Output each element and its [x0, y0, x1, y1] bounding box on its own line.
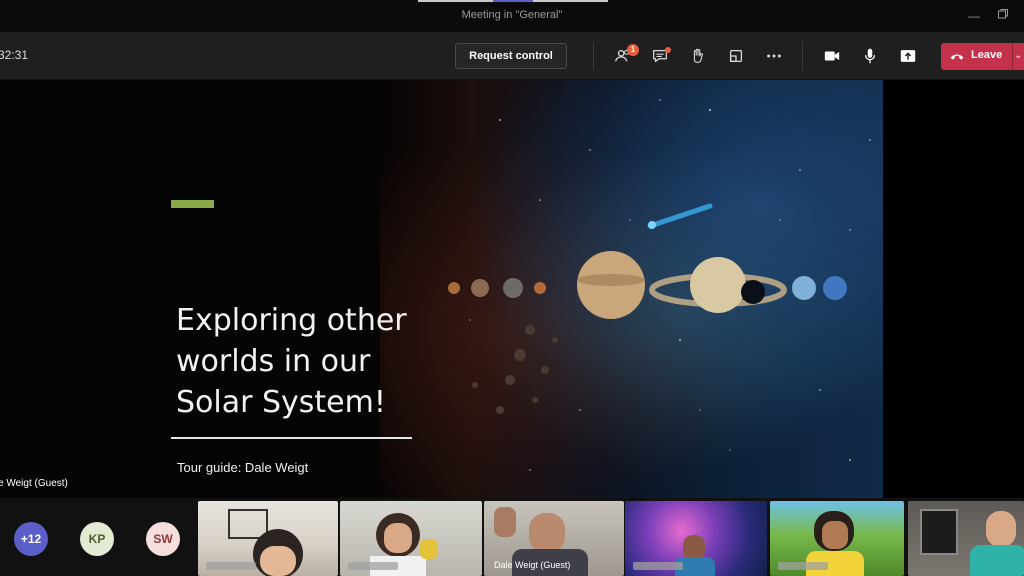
video-content: [420, 539, 438, 559]
slide-accent-bar: [171, 200, 214, 208]
overflow-participants-avatar[interactable]: +12: [14, 522, 48, 556]
video-content: [260, 546, 296, 576]
video-content: [822, 521, 848, 549]
video-content: [529, 513, 565, 553]
video-content: [970, 545, 1024, 576]
video-tile[interactable]: [770, 501, 904, 576]
tile-name-bar: [778, 562, 828, 570]
share-screen-icon[interactable]: [896, 44, 920, 68]
video-content: [384, 523, 412, 553]
presenter-label: e Weigt (Guest): [0, 478, 68, 489]
video-content: [494, 507, 516, 537]
more-options-icon[interactable]: [762, 44, 786, 68]
tile-name-bar: [348, 562, 398, 570]
video-content: [920, 509, 958, 555]
meeting-timer: 32:31: [0, 48, 29, 62]
slide-title-line: Exploring other: [176, 303, 407, 338]
leave-label: Leave: [971, 49, 1003, 61]
video-tile[interactable]: [908, 501, 1024, 576]
request-control-button[interactable]: Request control: [455, 43, 567, 69]
slide-title-line: worlds in our: [176, 344, 371, 379]
toolbar-divider: [593, 42, 594, 70]
restore-icon[interactable]: [995, 8, 1011, 24]
avatar[interactable]: SW: [146, 522, 180, 556]
raise-hand-icon[interactable]: [686, 44, 710, 68]
video-tile[interactable]: [198, 501, 338, 576]
slide-title-line: Solar System!: [176, 385, 386, 420]
video-tile[interactable]: [625, 501, 767, 576]
chat-unread-dot: [665, 47, 671, 53]
camera-icon[interactable]: [820, 44, 844, 68]
titlebar-accent-highlight: [493, 0, 533, 2]
tile-participant-name: Dale Weigt (Guest): [494, 560, 571, 570]
shared-slide: Exploring other worlds in our Solar Syst…: [0, 80, 883, 498]
avatar[interactable]: KP: [80, 522, 114, 556]
mic-icon[interactable]: [858, 44, 882, 68]
chevron-down-icon[interactable]: ⌄: [1014, 50, 1022, 61]
leave-divider: [1012, 43, 1013, 70]
meeting-toolbar: 32:31 Request control Leave ⌄: [0, 32, 1024, 80]
slide-subtitle: Tour guide: Dale Weigt: [177, 460, 309, 475]
solar-system-image: [380, 80, 883, 498]
video-tile[interactable]: [340, 501, 482, 576]
participants-badge: 1: [627, 44, 639, 56]
window-title: Meeting in "General": [461, 9, 563, 21]
minimize-icon[interactable]: —: [966, 8, 982, 24]
toolbar-divider: [802, 42, 803, 70]
video-tile[interactable]: Dale Weigt (Guest): [484, 501, 624, 576]
share-tray-icon[interactable]: [724, 44, 748, 68]
window-titlebar: Meeting in "General" —: [0, 0, 1024, 32]
video-content: [986, 511, 1016, 547]
slide-divider: [171, 437, 412, 439]
phone-icon: [950, 50, 964, 68]
slide-title: Exploring other worlds in our Solar Syst…: [176, 300, 436, 423]
tile-name-bar: [206, 562, 256, 570]
tile-name-bar: [633, 562, 683, 570]
